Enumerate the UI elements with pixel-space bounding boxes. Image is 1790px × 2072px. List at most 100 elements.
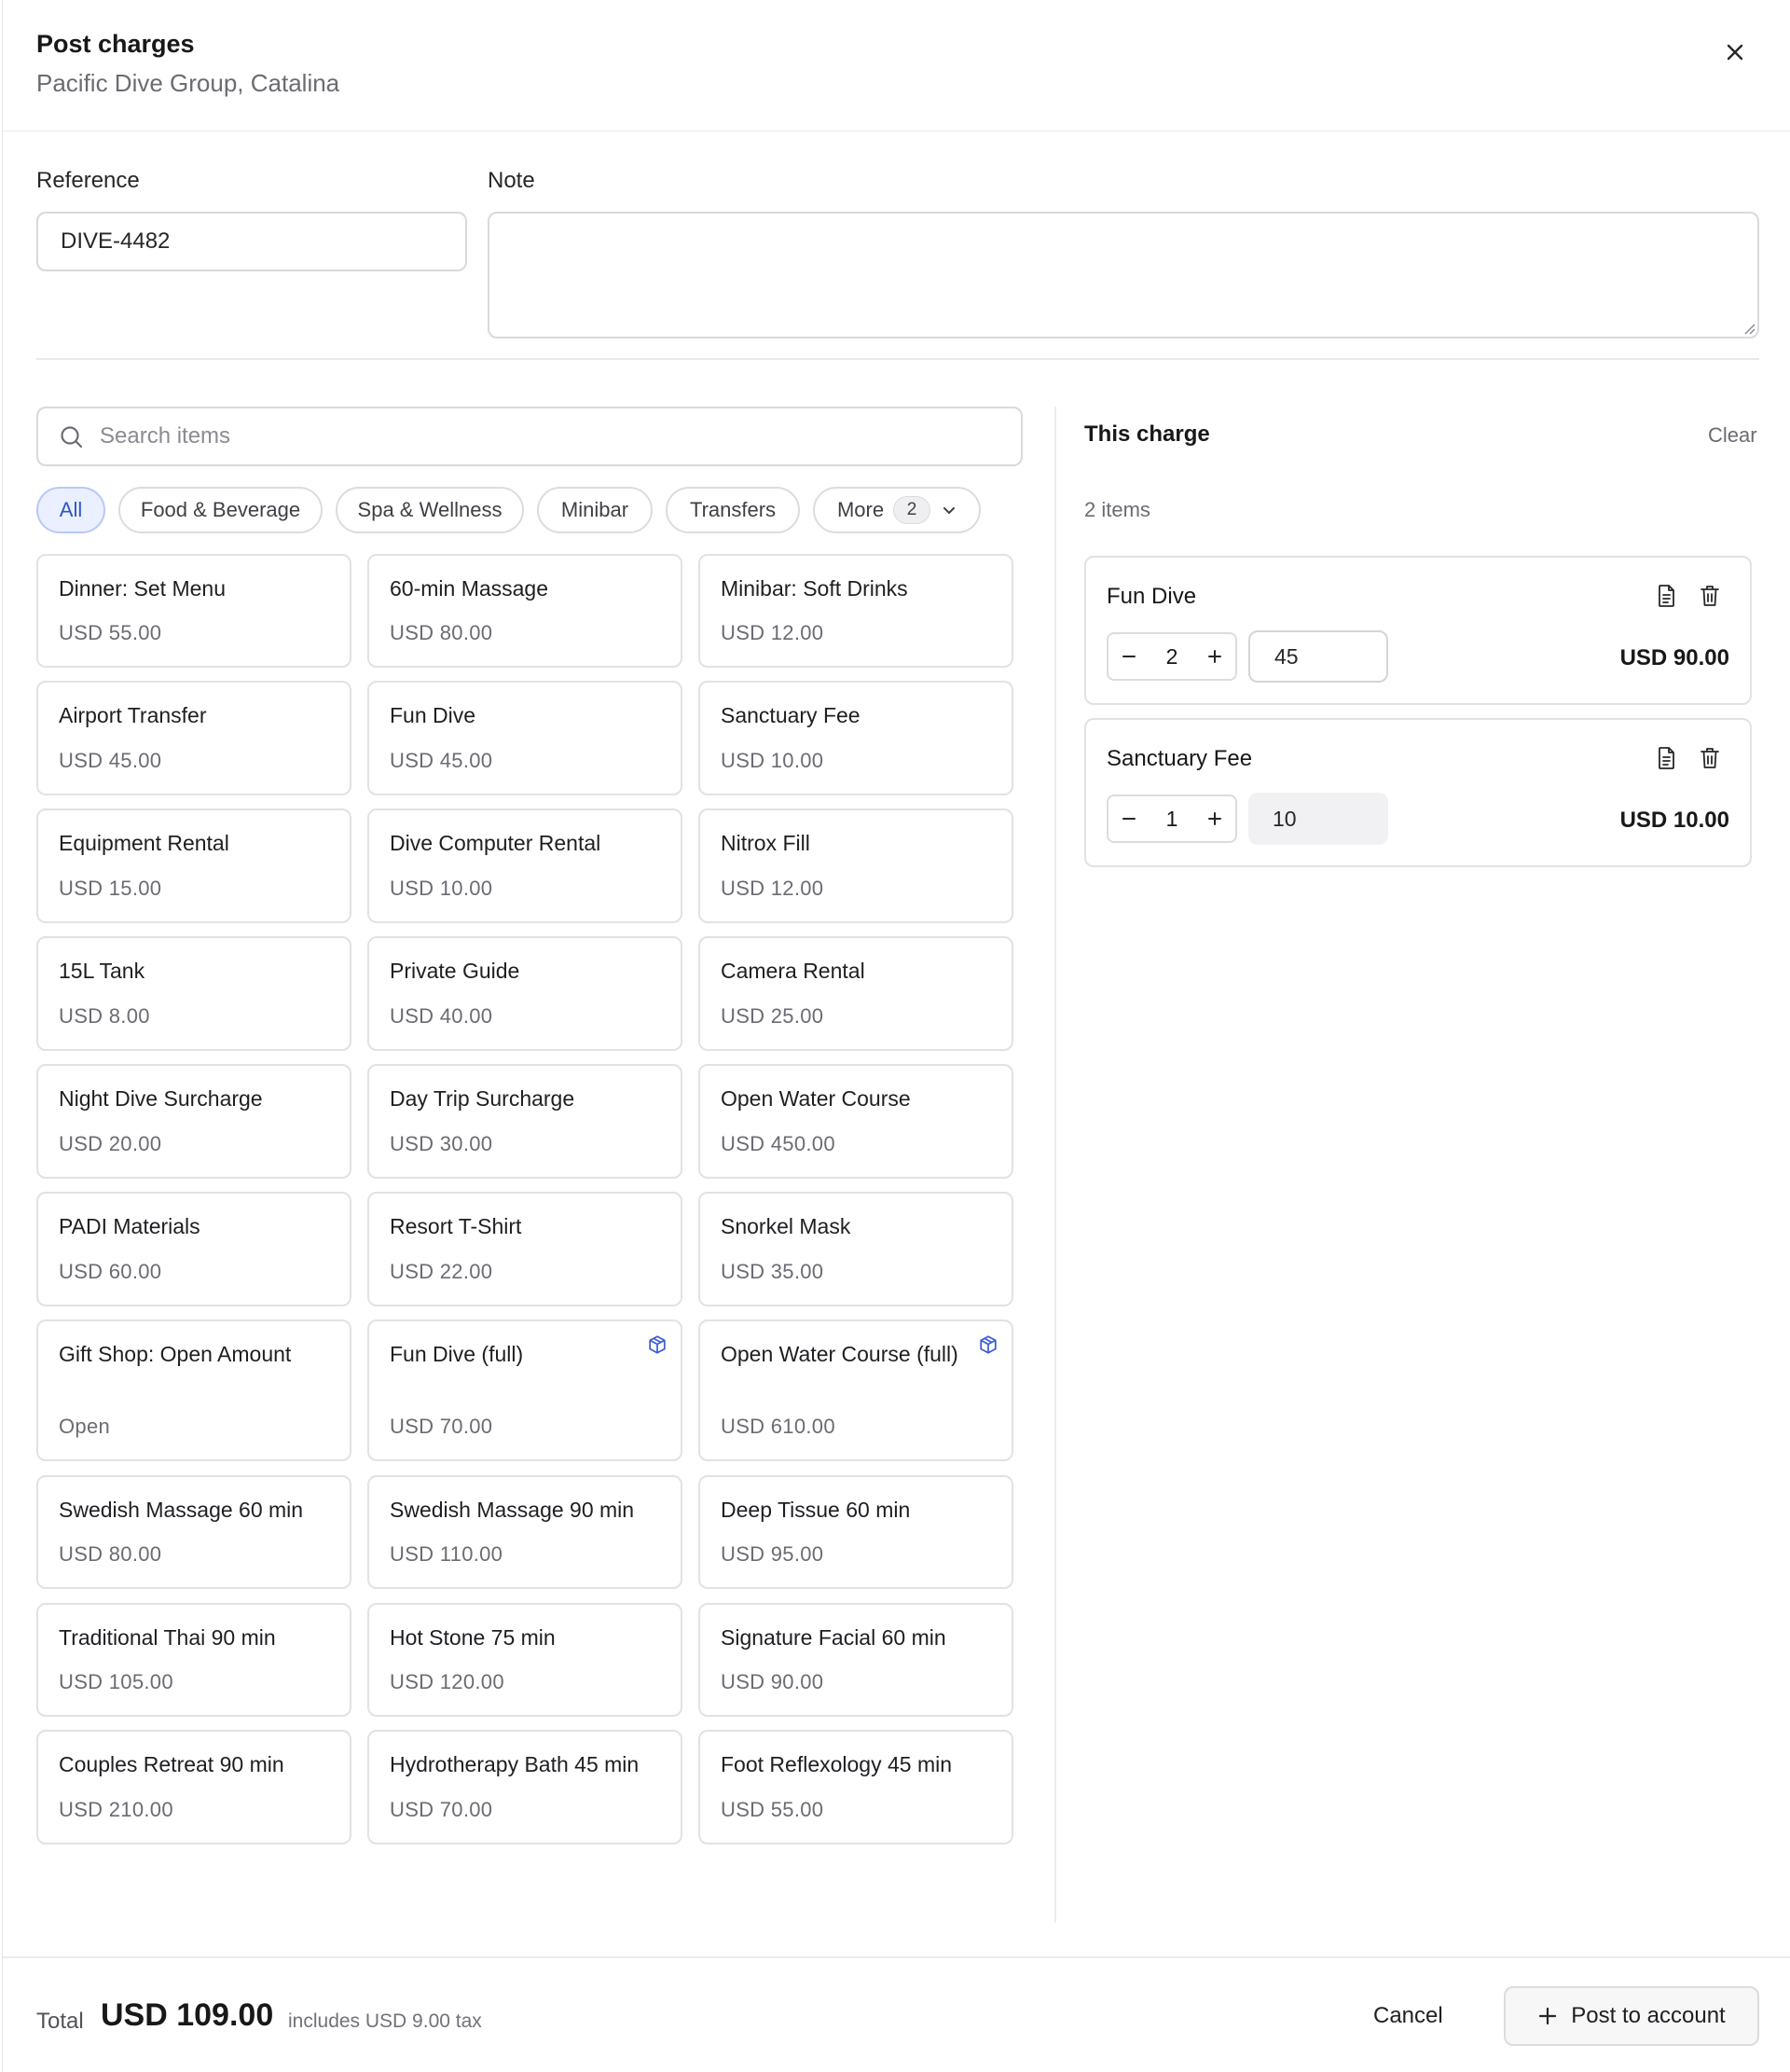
item-name: Resort T-Shirt [390,1214,522,1238]
item-name: Foot Reflexology 45 min [721,1752,953,1776]
item-price: Open [59,1415,111,1438]
item-price: USD 70.00 [390,1415,493,1438]
item-card[interactable]: Private Guide USD 40.00 [367,936,682,1051]
item-price: USD 40.00 [390,1004,493,1028]
plus-icon [1537,2006,1558,2026]
more-count-badge: 2 [893,496,931,524]
item-name: Open Water Course (full) [721,1342,958,1366]
cancel-button[interactable]: Cancel [1373,2003,1443,2029]
item-card[interactable]: Dive Computer Rental USD 10.00 [367,808,682,923]
item-name: 60-min Massage [390,576,549,601]
category-chip-minibar[interactable]: Minibar [537,487,653,533]
item-name: Minibar: Soft Drinks [721,576,908,601]
item-name: Airport Transfer [59,703,207,727]
item-card[interactable]: 15L Tank USD 8.00 [36,936,351,1051]
item-price: USD 35.00 [721,1260,824,1283]
more-label: More [836,498,885,521]
item-card[interactable]: Airport Transfer USD 45.00 [36,681,351,795]
charge-line-total: USD 10.00 [1619,808,1729,833]
panel-title: Post charges [36,30,195,58]
item-card[interactable]: Deep Tissue 60 min USD 95.00 [698,1475,1013,1589]
item-price: USD 8.00 [59,1004,150,1028]
item-price: USD 20.00 [59,1132,162,1155]
item-card[interactable]: Fun Dive (full) USD 70.00 [367,1319,682,1461]
item-price: USD 30.00 [390,1132,493,1155]
unit-price-input[interactable] [1248,630,1388,683]
clear-button[interactable]: Clear [1708,423,1757,448]
item-name: Traditional Thai 90 min [59,1625,276,1650]
item-price: USD 45.00 [59,749,162,772]
item-card[interactable]: Resort T-Shirt USD 22.00 [367,1192,682,1306]
item-price: USD 110.00 [390,1542,503,1566]
search-icon [61,426,83,449]
post-button-label: Post to account [1571,2003,1726,2028]
item-card[interactable]: Hot Stone 75 min USD 120.00 [367,1603,682,1717]
item-card[interactable]: Swedish Massage 90 min USD 110.00 [367,1475,682,1589]
package-icon [978,1334,998,1360]
decrement-button[interactable] [1108,796,1150,841]
item-card[interactable]: Equipment Rental USD 15.00 [36,808,351,923]
item-card[interactable]: Gift Shop: Open Amount Open [36,1319,351,1461]
item-name: Signature Facial 60 min [721,1625,946,1650]
item-price: USD 10.00 [721,749,824,772]
category-chip-transfers[interactable]: Transfers [666,487,800,533]
reference-input[interactable] [36,212,467,271]
item-card[interactable]: Open Water Course (full) USD 610.00 [698,1319,1013,1461]
note-icon[interactable] [1653,582,1681,610]
resize-grip-icon[interactable] [1742,322,1756,335]
item-card[interactable]: Traditional Thai 90 min USD 105.00 [36,1603,351,1717]
item-name: Day Trip Surcharge [390,1086,575,1111]
note-icon[interactable] [1653,744,1681,772]
panel-subtitle: Pacific Dive Group, Catalina [36,69,340,97]
item-name: Sanctuary Fee [721,703,861,727]
item-card[interactable]: 60-min Massage USD 80.00 [367,554,682,668]
reference-label: Reference [36,168,140,193]
item-card[interactable]: Open Water Course USD 450.00 [698,1064,1013,1179]
item-price: USD 70.00 [390,1798,493,1821]
post-to-account-button[interactable]: Post to account [1504,1986,1759,2046]
increment-button[interactable] [1194,796,1235,841]
item-name: Open Water Course [721,1086,911,1111]
item-card[interactable]: Day Trip Surcharge USD 30.00 [367,1064,682,1179]
item-card[interactable]: Sanctuary Fee USD 10.00 [698,681,1013,795]
category-chip-spa-wellness[interactable]: Spa & Wellness [336,487,524,533]
item-card[interactable]: Nitrox Fill USD 12.00 [698,808,1013,923]
total-label: Total [36,2009,84,2034]
item-card[interactable]: Camera Rental USD 25.00 [698,936,1013,1051]
item-card[interactable]: Minibar: Soft Drinks USD 12.00 [698,554,1013,668]
more-categories-dropdown[interactable]: More 2 [813,487,981,533]
item-card[interactable]: Hydrotherapy Bath 45 min USD 70.00 [367,1730,682,1844]
item-card[interactable]: Snorkel Mask USD 35.00 [698,1192,1013,1306]
increment-button[interactable] [1194,634,1235,679]
item-price: USD 55.00 [721,1798,824,1821]
item-name: Fun Dive (full) [390,1342,524,1366]
search-input[interactable] [100,408,995,464]
item-name: Swedish Massage 60 min [59,1498,304,1522]
item-card[interactable]: Fun Dive USD 45.00 [367,681,682,795]
item-card[interactable]: Foot Reflexology 45 min USD 55.00 [698,1730,1013,1844]
item-price: USD 90.00 [721,1670,824,1693]
item-price: USD 45.00 [390,749,493,772]
close-button[interactable] [1718,35,1752,69]
item-price: USD 15.00 [59,877,162,900]
note-textarea[interactable] [488,212,1759,338]
category-chip-all[interactable]: All [36,487,105,533]
item-card[interactable]: PADI Materials USD 60.00 [36,1192,351,1306]
search-box[interactable] [36,407,1023,466]
item-card[interactable]: Signature Facial 60 min USD 90.00 [698,1603,1013,1717]
item-name: 15L Tank [59,959,145,983]
item-card[interactable]: Night Dive Surcharge USD 20.00 [36,1064,351,1179]
trash-icon[interactable] [1696,744,1724,772]
item-name: Dive Computer Rental [390,831,601,855]
item-name: Dinner: Set Menu [59,576,226,601]
trash-icon[interactable] [1696,582,1724,610]
category-chip-food-beverage[interactable]: Food & Beverage [118,487,323,533]
note-label: Note [488,168,535,193]
decrement-button[interactable] [1108,634,1150,679]
post-charges-panel: Post charges Pacific Dive Group, Catalin… [2,0,1790,2072]
quantity-stepper: 1 [1107,794,1237,843]
item-card[interactable]: Dinner: Set Menu USD 55.00 [36,554,351,668]
item-card[interactable]: Swedish Massage 60 min USD 80.00 [36,1475,351,1589]
item-card[interactable]: Couples Retreat 90 min USD 210.00 [36,1730,351,1844]
item-price: USD 105.00 [59,1670,173,1693]
